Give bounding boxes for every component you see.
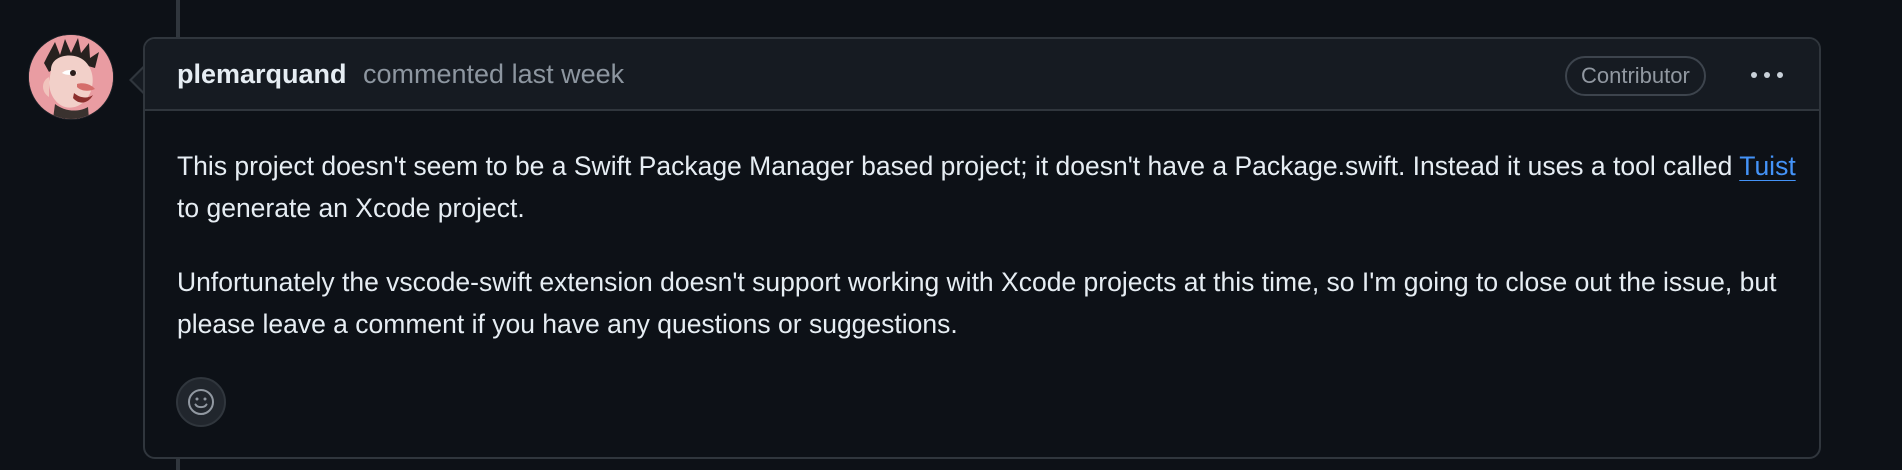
comment-body: This project doesn't seem to be a Swift … [177, 145, 1797, 377]
tuist-link[interactable]: Tuist [1739, 151, 1795, 181]
add-reaction-button[interactable] [176, 377, 226, 427]
comment-header: plemarquand commented last week Contribu… [145, 39, 1819, 111]
paragraph-1-after-link: to generate an Xcode project. [177, 193, 525, 223]
comment-card: plemarquand commented last week Contribu… [143, 37, 1821, 459]
avatar-illustration [29, 35, 113, 119]
comment-timestamp[interactable]: commented last week [363, 59, 624, 90]
kebab-horizontal-icon [1751, 72, 1783, 78]
comment-paragraph-2: Unfortunately the vscode-swift extension… [177, 267, 1777, 339]
user-avatar[interactable] [29, 35, 113, 119]
contributor-badge: Contributor [1565, 56, 1706, 96]
smiley-icon [188, 389, 214, 415]
author-link[interactable]: plemarquand [177, 59, 347, 90]
paragraph-1-before-link: This project doesn't seem to be a Swift … [177, 151, 1740, 181]
more-options-button[interactable] [1744, 59, 1790, 91]
comment-paragraph-1: This project doesn't seem to be a Swift … [177, 145, 1797, 229]
